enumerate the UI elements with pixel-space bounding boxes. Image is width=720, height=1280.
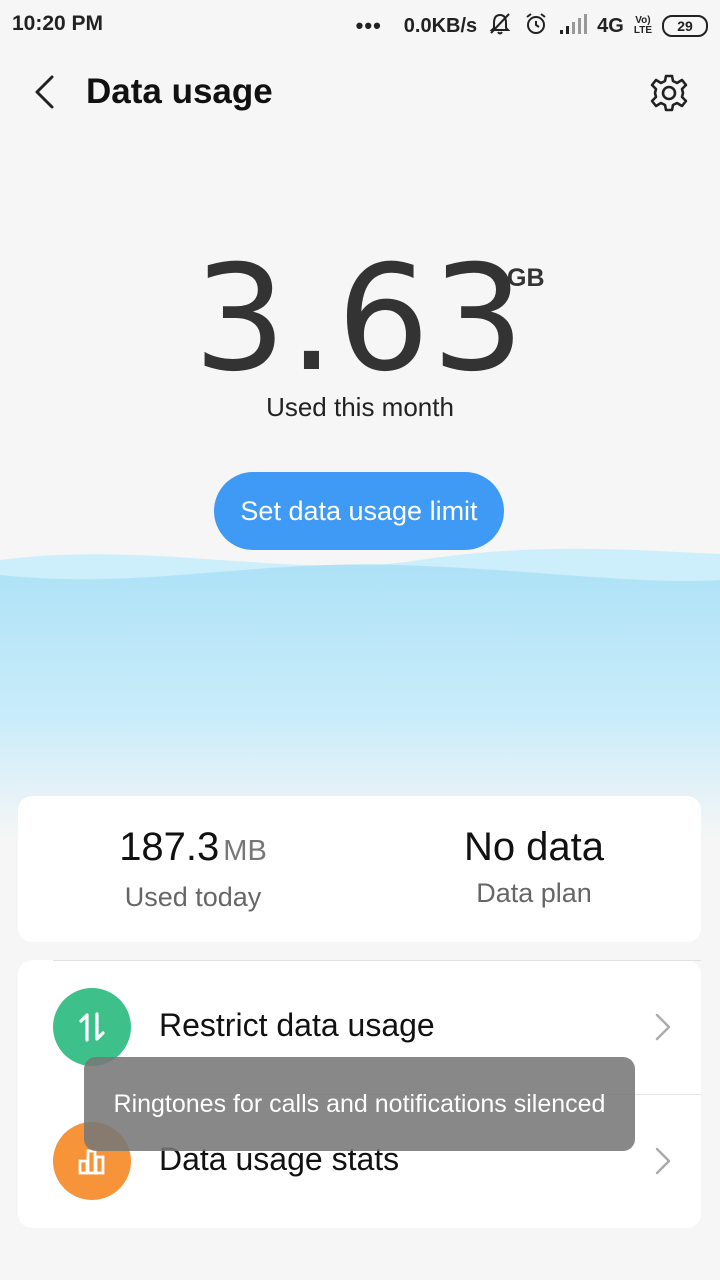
wave-decoration: [0, 548, 720, 840]
battery-level: 29: [677, 18, 693, 34]
used-today-value: 187.3: [119, 825, 220, 869]
volte-icon: Vo) LTE: [634, 16, 652, 36]
used-today-label: Used today: [124, 882, 262, 912]
data-plan-value: No data: [463, 825, 605, 869]
back-button[interactable]: [22, 70, 66, 114]
monthly-usage-caption: Used this month: [266, 392, 454, 422]
used-today-value-row: 187.3 MB: [43, 820, 343, 878]
set-data-limit-button[interactable]: Set data usage limit: [214, 472, 504, 550]
list-item-label: Restrict data usage: [159, 1007, 435, 1043]
page-title: Data usage: [86, 72, 273, 111]
monthly-usage: 3.63 GB: [0, 244, 720, 394]
alarm-clock-icon: [523, 11, 549, 42]
more-notifications-icon: •••: [355, 13, 382, 38]
chevron-right-icon: [655, 1147, 671, 1175]
network-type: 4G: [597, 14, 624, 37]
settings-button[interactable]: [646, 70, 692, 116]
used-today: 187.3 MB Used today: [43, 820, 343, 913]
back-arrow-icon: [35, 75, 54, 109]
arrows-up-down-icon: [53, 988, 131, 1066]
used-today-unit: MB: [223, 835, 267, 867]
gear-icon: [650, 74, 688, 112]
data-plan[interactable]: No data Data plan: [384, 820, 684, 909]
chevron-right-icon: [655, 1013, 671, 1041]
battery-icon: 29: [662, 15, 708, 37]
silent-bell-icon: [487, 11, 513, 42]
monthly-usage-unit: GB: [507, 264, 545, 292]
usage-summary-card: 187.3 MB Used today No data Data plan: [18, 796, 701, 942]
signal-strength-icon: [559, 13, 588, 40]
status-time: 10:20 PM: [12, 12, 104, 35]
network-speed: 0.0KB/s: [403, 14, 478, 37]
status-icons: ••• 0.0KB/s 4G Vo) LTE 29: [356, 10, 708, 42]
volte-bottom: LTE: [633, 25, 652, 36]
status-bar: 10:20 PM ••• 0.0KB/s 4G Vo) LTE 29: [0, 0, 720, 52]
data-plan-label: Data plan: [476, 878, 592, 908]
monthly-usage-value: 3.63: [193, 234, 527, 404]
toast-message: Ringtones for calls and notifications si…: [84, 1057, 635, 1151]
